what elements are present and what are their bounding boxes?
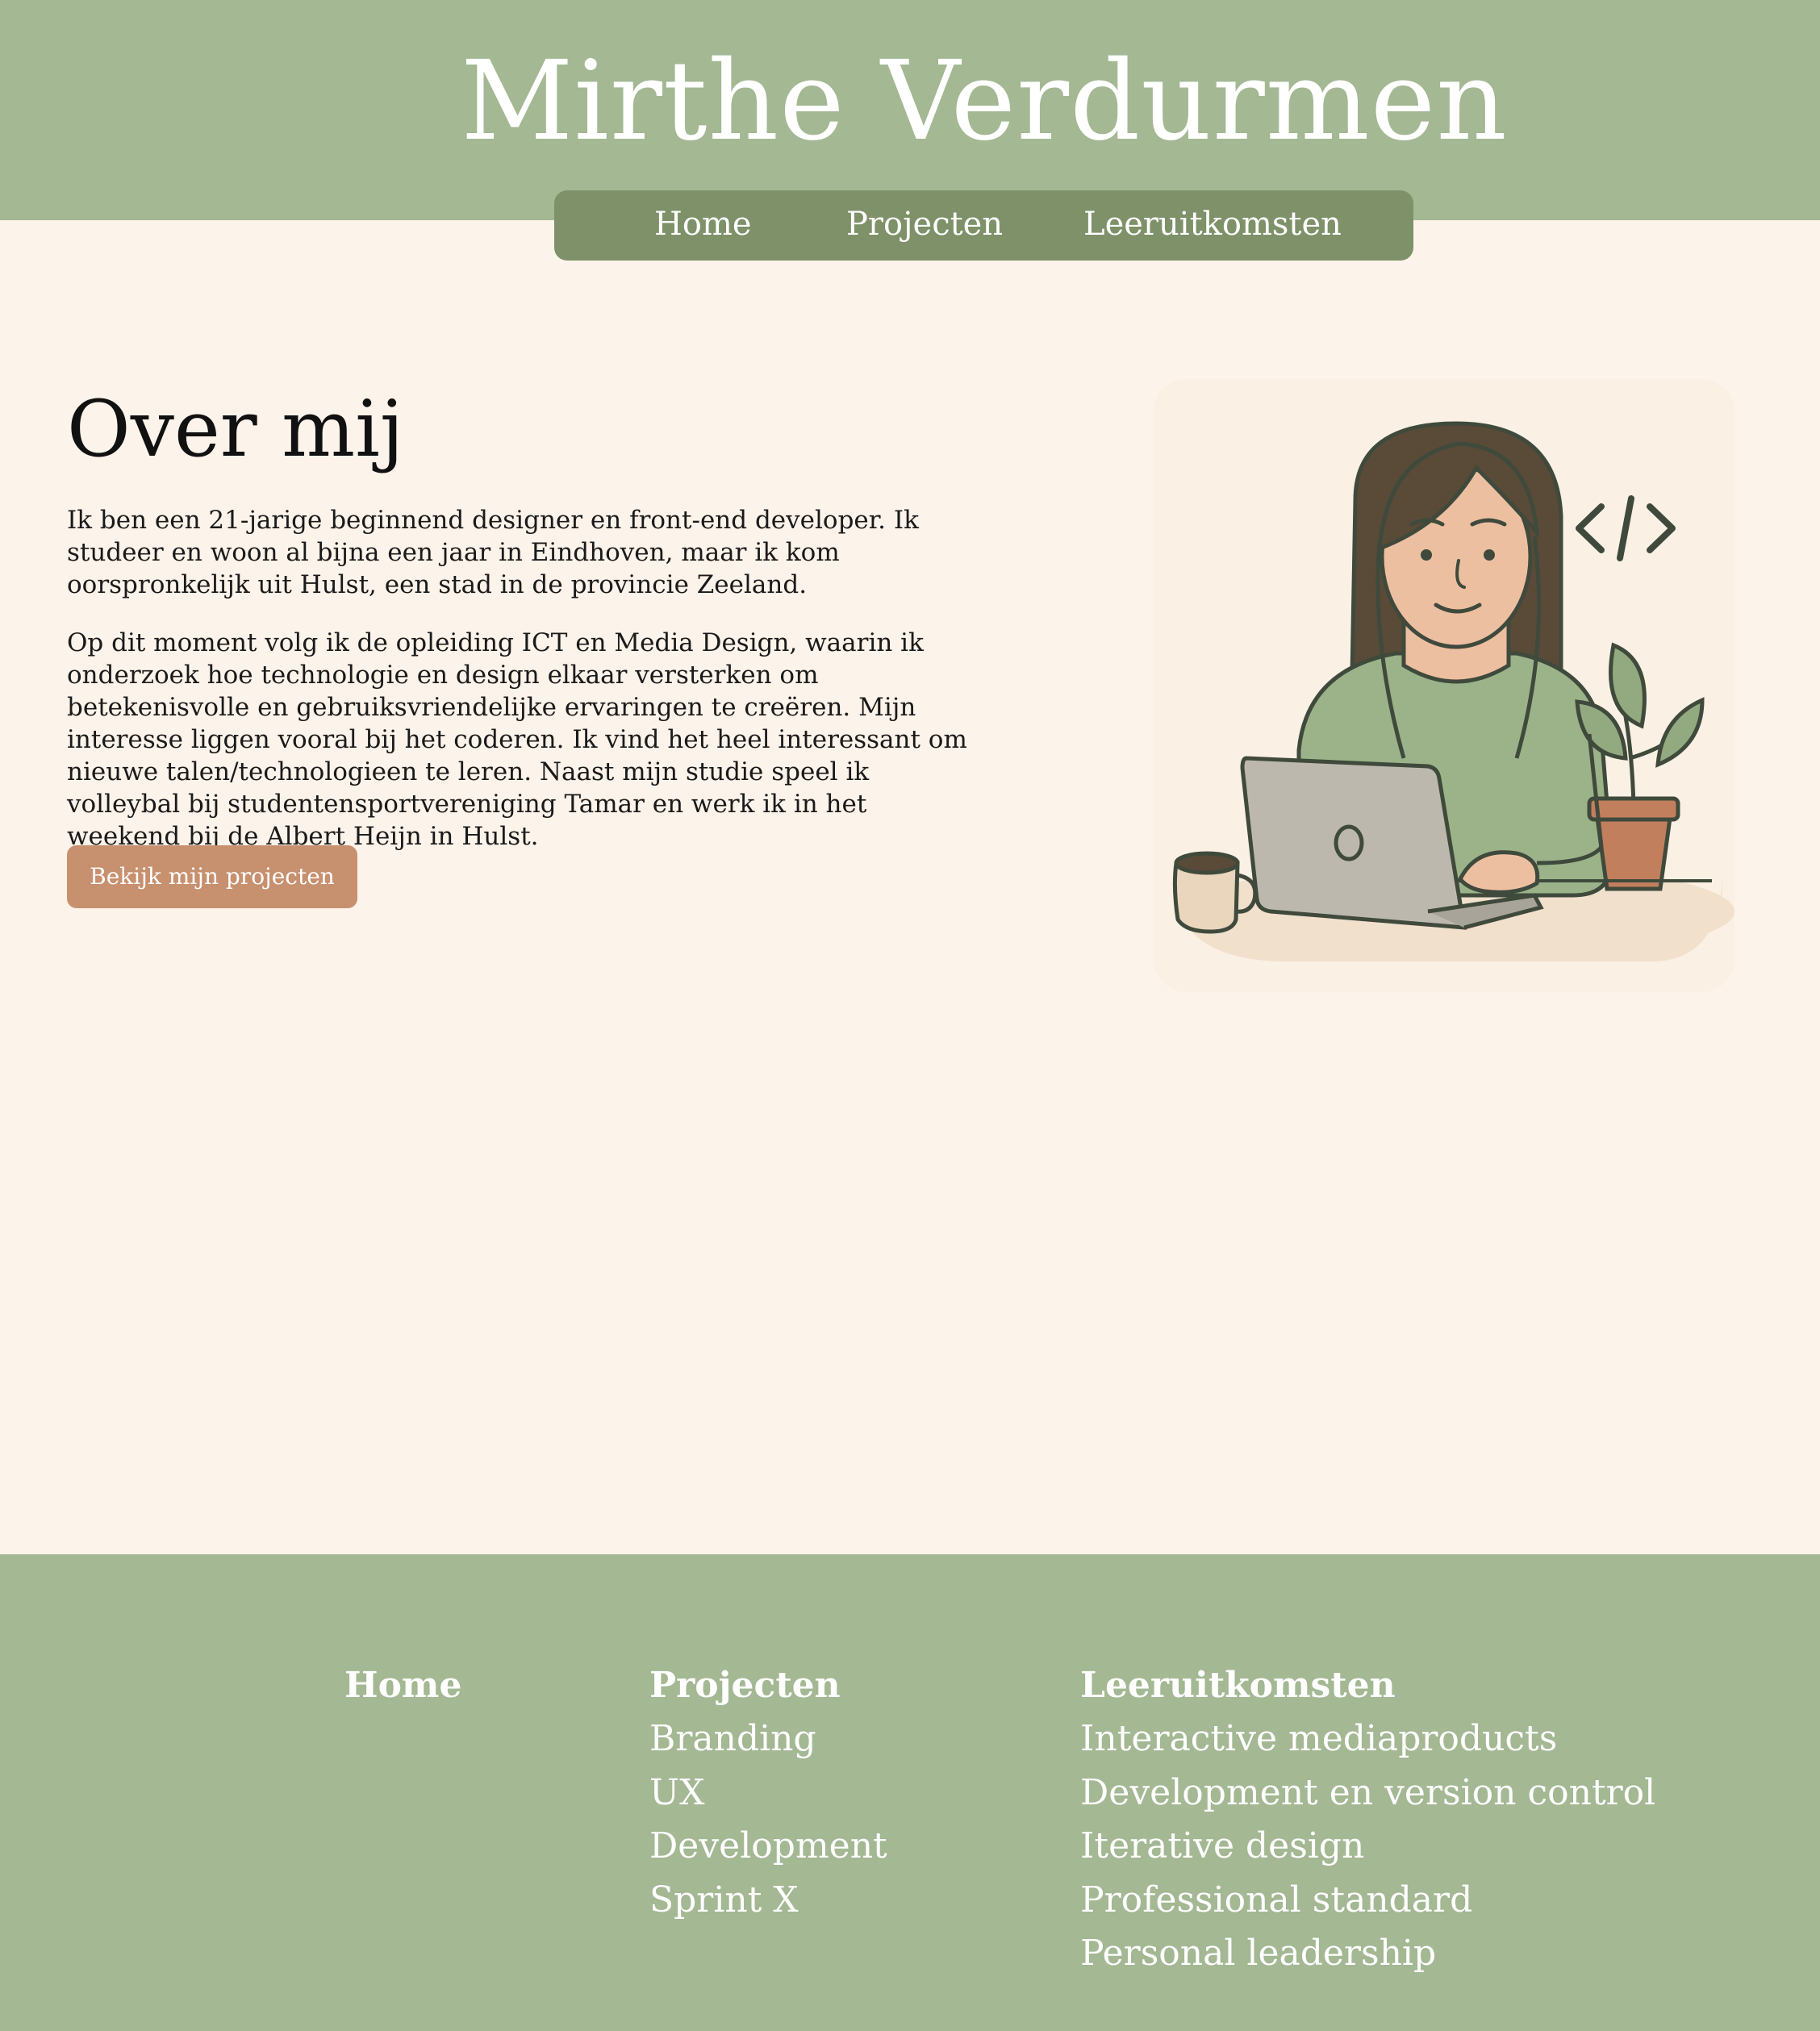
illustration-woman-laptop — [1138, 379, 1751, 992]
about-paragraph-2: Op dit moment volg ik de opleiding ICT e… — [67, 628, 967, 851]
nav-leeruitkomsten-link[interactable]: Leeruitkomsten — [1083, 202, 1342, 247]
footer-column-home: Home — [344, 1659, 461, 1712]
footer-link-professional-standard[interactable]: Professional standard — [1080, 1874, 1655, 1928]
footer-link-ux[interactable]: UX — [649, 1766, 887, 1820]
about-paragraph-1: Ik ben een 21-jarige beginnend designer … — [67, 506, 919, 599]
footer-link-development-version-control[interactable]: Development en version control — [1080, 1766, 1655, 1820]
footer-column-leeruitkomsten: Leeruitkomsten Interactive mediaproducts… — [1080, 1659, 1655, 1981]
site-footer: Home Projecten Branding UX Development S… — [0, 1554, 1820, 2031]
footer-link-iterative-design[interactable]: Iterative design — [1080, 1820, 1655, 1874]
footer-home-link[interactable]: Home — [344, 1659, 461, 1712]
footer-link-personal-leadership[interactable]: Personal leadership — [1080, 1927, 1655, 1981]
view-projects-button[interactable]: Bekijk mijn projecten — [67, 845, 357, 908]
nav-projecten-link[interactable]: Projecten — [846, 202, 1003, 247]
site-header: Mirthe Verdurmen — [0, 0, 1820, 220]
footer-column-projecten: Projecten Branding UX Development Sprint… — [649, 1659, 887, 1927]
main-nav: Home Projecten Leeruitkomsten — [554, 190, 1413, 261]
footer-link-sprint-x[interactable]: Sprint X — [649, 1874, 887, 1928]
footer-link-interactive-mediaproducts[interactable]: Interactive mediaproducts — [1080, 1712, 1655, 1766]
nav-home-link[interactable]: Home — [654, 202, 752, 247]
footer-leeruitkomsten-heading-link[interactable]: Leeruitkomsten — [1080, 1659, 1655, 1712]
about-title: Over mij — [67, 384, 404, 474]
footer-link-branding[interactable]: Branding — [649, 1712, 887, 1766]
footer-projecten-heading-link[interactable]: Projecten — [649, 1659, 887, 1712]
page: Mirthe Verdurmen Home Projecten Leeruitk… — [0, 0, 1820, 2031]
site-title: Mirthe Verdurmen — [461, 38, 1508, 165]
footer-link-development[interactable]: Development — [649, 1820, 887, 1874]
